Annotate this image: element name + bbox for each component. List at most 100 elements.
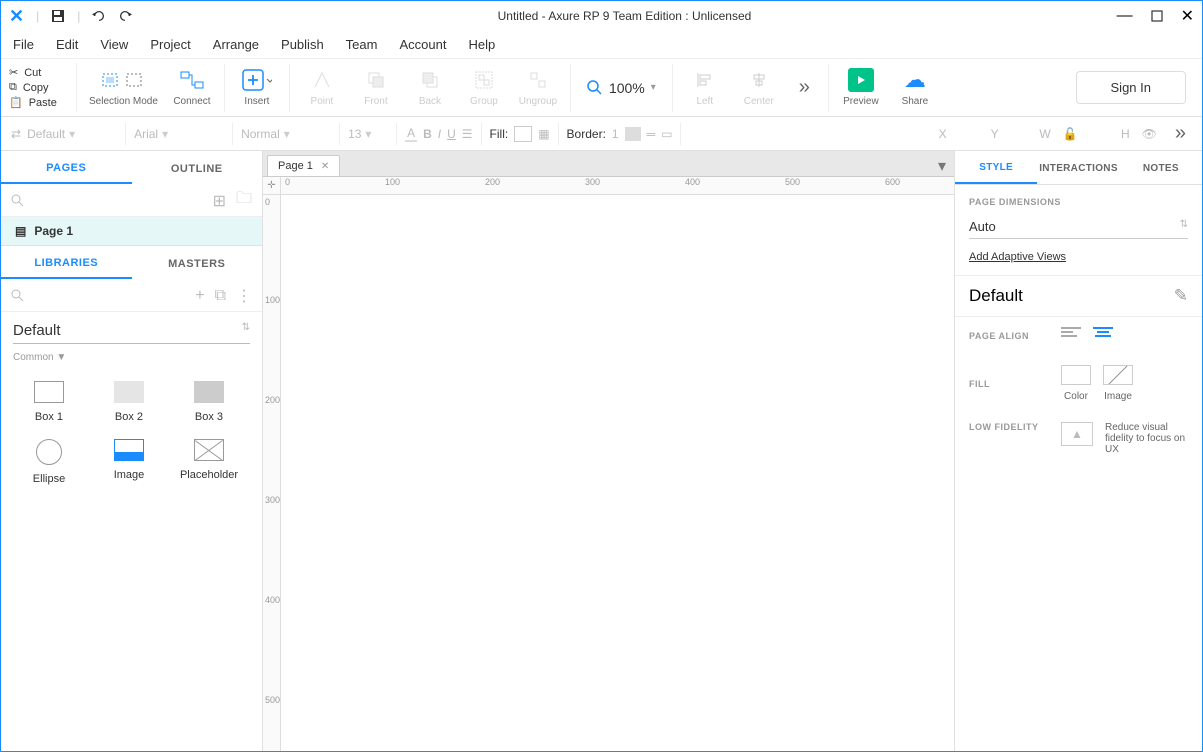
widget-box2[interactable]: Box 2 (89, 373, 169, 431)
widget-ellipse[interactable]: Ellipse (9, 431, 89, 493)
menu-help[interactable]: Help (468, 37, 495, 52)
page-align-label: PAGE ALIGN (969, 331, 1049, 341)
font-select[interactable]: Arial▾ (134, 127, 224, 141)
lock-icon[interactable]: 🔓 (1063, 127, 1078, 141)
search-icon (587, 80, 603, 96)
x-field[interactable]: X (907, 127, 947, 141)
ruler-vertical[interactable]: 0 100 200 300 400 500 (263, 195, 281, 751)
preview-button[interactable]: Preview (841, 68, 881, 107)
bold-icon[interactable]: B (423, 127, 432, 141)
tab-outline[interactable]: OUTLINE (132, 153, 263, 183)
search-icon[interactable] (11, 289, 25, 303)
menu-arrange[interactable]: Arrange (213, 37, 259, 52)
align-center-button[interactable] (1093, 327, 1113, 345)
paint-format-icon[interactable]: ⇄ (11, 127, 21, 141)
library-select[interactable]: Default ⇅ (13, 318, 250, 344)
bullets-icon[interactable]: ☰ (462, 127, 473, 141)
minimize-icon[interactable]: — (1117, 7, 1133, 25)
adaptive-views-link[interactable]: Add Adaptive Views (969, 251, 1066, 263)
paste-icon: 📋 (9, 96, 23, 109)
h-field[interactable]: H (1090, 127, 1130, 141)
menu-publish[interactable]: Publish (281, 37, 324, 52)
undo-icon[interactable] (92, 9, 106, 23)
cut-icon: ✂ (9, 66, 18, 79)
edit-style-icon[interactable]: ✎ (1174, 286, 1188, 306)
fill-image-button[interactable]: Image (1103, 365, 1133, 402)
tree-item-page1[interactable]: ▤ Page 1 (1, 217, 262, 245)
border-width[interactable]: 1 (612, 127, 619, 141)
border-visibility-icon[interactable]: ▭ (661, 127, 672, 141)
w-field[interactable]: W (1011, 127, 1051, 141)
low-fidelity-toggle[interactable]: ▲ (1061, 422, 1093, 446)
close-icon[interactable]: ✕ (1181, 6, 1194, 26)
front-button: Front (356, 68, 396, 107)
cut-button[interactable]: ✂Cut (1, 65, 76, 80)
page-dimensions-select[interactable]: Auto ⇅ (969, 215, 1188, 239)
add-page-icon[interactable]: ⊞ (213, 191, 226, 211)
menu-account[interactable]: Account (399, 37, 446, 52)
library-category[interactable]: Common ▼ (13, 352, 250, 363)
border-style-icon[interactable]: ═ (647, 127, 656, 141)
font-color-icon[interactable]: A (405, 126, 417, 142)
chevron-down-icon[interactable]: ▾ (651, 82, 656, 93)
pages-toolbar: ⊞ 🗀 (1, 185, 262, 217)
add-library-icon[interactable]: + (195, 287, 204, 305)
align-left-button[interactable] (1061, 327, 1081, 345)
ruler-origin[interactable]: ✛ (263, 177, 281, 195)
canvas-tab-page1[interactable]: Page 1 ✕ (267, 155, 340, 176)
more-align-icon[interactable]: » (793, 76, 816, 99)
group-button: Group (464, 68, 504, 107)
save-icon[interactable] (51, 9, 65, 23)
share-button[interactable]: ☁Share (895, 68, 935, 107)
redo-icon[interactable] (118, 9, 132, 23)
widget-image[interactable]: Image (89, 431, 169, 493)
canvas[interactable] (281, 195, 954, 751)
paste-button[interactable]: 📋Paste (1, 95, 76, 110)
search-icon[interactable] (11, 194, 25, 208)
font-weight-select[interactable]: Normal▾ (241, 127, 331, 141)
style-preset-select[interactable]: Default▾ (27, 127, 117, 141)
underline-icon[interactable]: U (447, 127, 456, 141)
connect-button[interactable]: Connect (172, 68, 212, 107)
add-folder-icon[interactable]: 🗀 (236, 187, 252, 214)
tab-style[interactable]: STYLE (955, 151, 1037, 184)
italic-icon[interactable]: I (438, 127, 441, 141)
ruler-horizontal[interactable]: 0 100 200 300 400 500 600 (281, 177, 954, 195)
fill-color-button[interactable]: Color (1061, 365, 1091, 402)
more-format-icon[interactable]: » (1169, 122, 1192, 145)
insert-button[interactable]: Insert (237, 68, 277, 107)
title-bar: ✕ | | Untitled - Axure RP 9 Team Edition… (1, 1, 1202, 31)
tab-dropdown-icon[interactable]: ▾ (930, 156, 954, 176)
selection-mode-button[interactable]: Selection Mode (89, 68, 158, 107)
y-field[interactable]: Y (959, 127, 999, 141)
page-dimensions-label: PAGE DIMENSIONS (969, 197, 1188, 207)
maximize-icon[interactable] (1151, 10, 1163, 22)
menu-bar: File Edit View Project Arrange Publish T… (1, 31, 1202, 59)
font-size-select[interactable]: 13▾ (348, 127, 388, 141)
widget-box1[interactable]: Box 1 (9, 373, 89, 431)
menu-edit[interactable]: Edit (56, 37, 78, 52)
menu-project[interactable]: Project (150, 37, 190, 52)
widget-placeholder[interactable]: Placeholder (169, 431, 249, 493)
tab-libraries[interactable]: LIBRARIES (1, 247, 132, 279)
sign-in-button[interactable]: Sign In (1076, 71, 1186, 104)
tab-pages[interactable]: PAGES (1, 152, 132, 184)
menu-view[interactable]: View (100, 37, 128, 52)
select-chevron-icon: ⇅ (1180, 219, 1188, 234)
copy-button[interactable]: ⧉Copy (1, 80, 76, 95)
visibility-icon[interactable]: 👁 (1142, 127, 1157, 141)
close-tab-icon[interactable]: ✕ (321, 161, 329, 172)
tab-masters[interactable]: MASTERS (132, 248, 263, 278)
tab-notes[interactable]: NOTES (1120, 152, 1202, 183)
menu-file[interactable]: File (13, 37, 34, 52)
zoom-control[interactable]: 100% ▾ (571, 80, 672, 96)
menu-team[interactable]: Team (346, 37, 378, 52)
library-options-icon[interactable]: ⧉ (215, 287, 226, 305)
tab-interactions[interactable]: INTERACTIONS (1037, 152, 1119, 183)
fill-color-swatch[interactable] (514, 126, 532, 142)
fill-image-icon[interactable]: ▦ (538, 127, 549, 141)
menu-icon[interactable]: ⋮ (236, 286, 252, 306)
border-color-swatch[interactable] (625, 127, 641, 141)
libraries-panel: LIBRARIES MASTERS + ⧉ ⋮ Default ⇅ Common… (1, 245, 262, 751)
widget-box3[interactable]: Box 3 (169, 373, 249, 431)
